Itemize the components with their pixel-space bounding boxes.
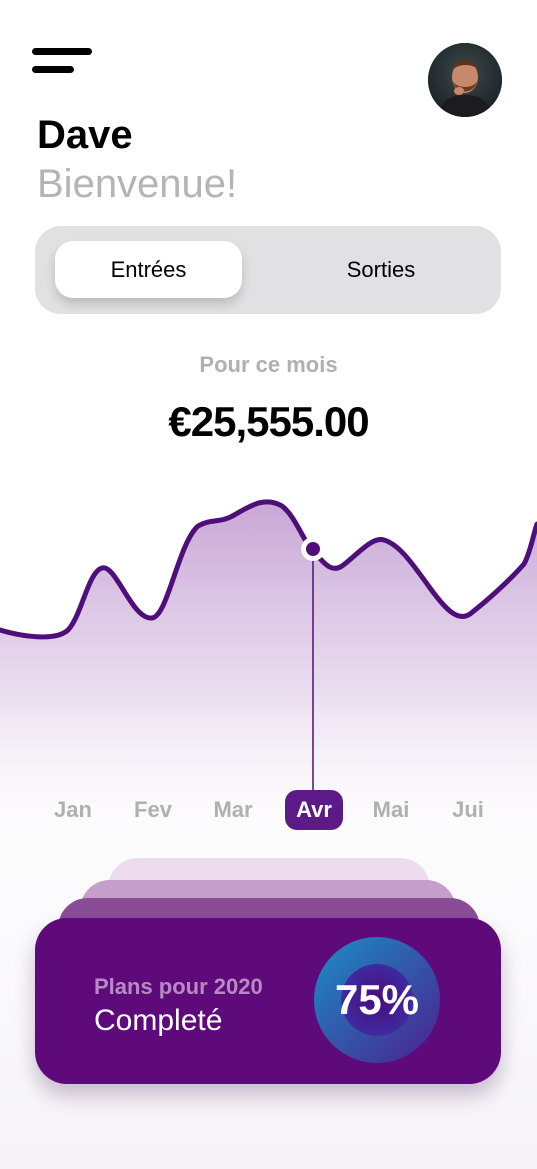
- avatar-portrait-icon: [428, 43, 502, 117]
- greeting-text: Bienvenue!: [37, 162, 238, 206]
- plans-progress-card[interactable]: Plans pour 2020 Completé 75%: [35, 918, 501, 1084]
- tab-sorties[interactable]: Sorties: [287, 241, 475, 298]
- dashboard-screen: Dave Bienvenue! Entrées Sorties Pour ce …: [0, 0, 537, 1169]
- plan-title: Completé: [94, 1004, 223, 1037]
- month-fev[interactable]: Fev: [128, 790, 178, 830]
- month-jui[interactable]: Jui: [446, 790, 490, 830]
- month-mai[interactable]: Mai: [366, 790, 416, 830]
- menu-icon[interactable]: [30, 46, 94, 76]
- progress-percentage: 75%: [334, 976, 420, 1023]
- avatar[interactable]: [428, 43, 502, 117]
- month-mar[interactable]: Mar: [207, 790, 259, 830]
- plan-subtitle: Plans pour 2020: [94, 974, 263, 999]
- monthly-amount: €25,555.00: [168, 398, 369, 445]
- period-label: Pour ce mois: [199, 352, 338, 377]
- selected-point-dot: [306, 542, 320, 556]
- month-selector: Jan Fev Mar Avr Mai Jui: [0, 790, 537, 830]
- income-expense-toggle: Entrées Sorties: [35, 226, 501, 314]
- month-jan[interactable]: Jan: [48, 790, 98, 830]
- user-name: Dave: [37, 113, 133, 157]
- month-avr[interactable]: Avr: [285, 790, 343, 830]
- menu-line-bottom: [32, 66, 74, 73]
- menu-line-top: [32, 48, 92, 55]
- tab-entrees[interactable]: Entrées: [55, 241, 242, 298]
